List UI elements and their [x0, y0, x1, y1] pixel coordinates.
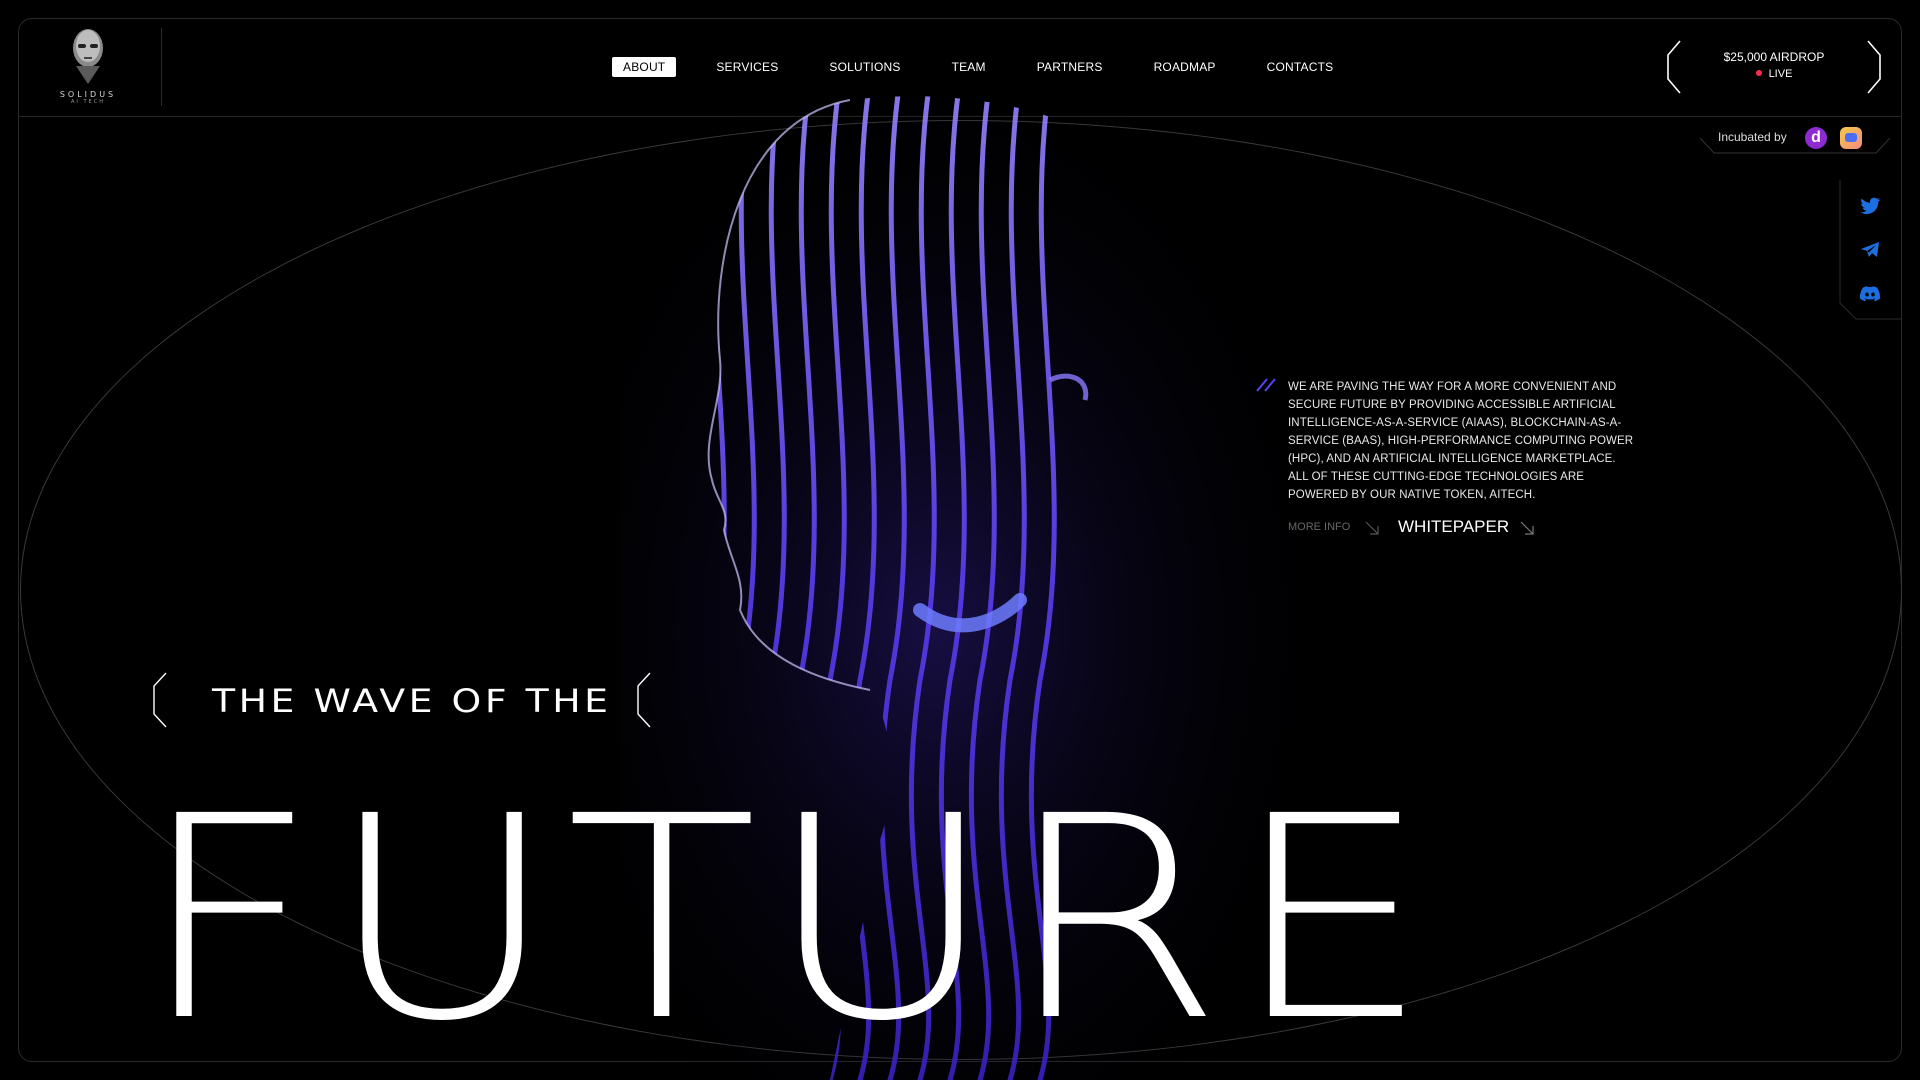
- whitepaper-link[interactable]: WHITEPAPER: [1398, 517, 1509, 537]
- nav-solutions[interactable]: SOLUTIONS: [818, 57, 911, 77]
- telegram-icon[interactable]: [1858, 238, 1882, 262]
- bot-logo-icon[interactable]: [1840, 127, 1862, 149]
- nav-roadmap[interactable]: ROADMAP: [1143, 57, 1227, 77]
- nav-contacts[interactable]: CONTACTS: [1256, 57, 1345, 77]
- nav-about[interactable]: ABOUT: [612, 57, 677, 77]
- nav-partners[interactable]: PARTNERS: [1026, 57, 1114, 77]
- brand-logo[interactable]: SOLIDUS AI TECH: [52, 26, 124, 112]
- slash-accent-icon: [1256, 378, 1276, 392]
- incubated-label: Incubated by: [1718, 130, 1787, 144]
- live-indicator-dot: [1755, 70, 1762, 76]
- right-bracket-icon: [637, 672, 651, 728]
- incubated-by: Incubated by d: [1700, 120, 1890, 154]
- nav-team[interactable]: TEAM: [941, 57, 997, 77]
- logo-divider: [161, 28, 162, 106]
- airdrop-status: LIVE: [1666, 68, 1882, 80]
- android-face-icon: [73, 29, 103, 84]
- social-links: [1838, 180, 1902, 320]
- brand-name: SOLIDUS: [59, 90, 117, 99]
- tagline: THE WAVE OF THE: [212, 682, 612, 720]
- main-nav: ABOUT SERVICES SOLUTIONS TEAM PARTNERS R…: [612, 57, 1373, 77]
- airdrop-button[interactable]: $25,000 AIRDROP LIVE: [1666, 40, 1882, 94]
- airdrop-bracket-frame: [1667, 40, 1881, 94]
- airdrop-title: $25,000 AIRDROP: [1723, 50, 1825, 64]
- arrow-down-right-icon: [1520, 521, 1534, 535]
- nav-services[interactable]: SERVICES: [705, 57, 789, 77]
- hero-description: WE ARE PAVING THE WAY FOR A MORE CONVENI…: [1288, 381, 1634, 501]
- airdrop-status-text: LIVE: [1768, 68, 1793, 80]
- discord-icon[interactable]: [1858, 282, 1882, 306]
- left-bracket-icon: [153, 672, 167, 728]
- hero-headline: FUTURE: [138, 757, 1439, 1080]
- more-info-link[interactable]: MORE INFO: [1288, 521, 1350, 533]
- tagline-block: THE WAVE OF THE: [152, 672, 654, 728]
- brand-sub: AI TECH: [71, 99, 105, 105]
- d-logo-icon[interactable]: d: [1805, 127, 1827, 149]
- arrow-down-right-icon: [1365, 521, 1379, 535]
- twitter-icon[interactable]: [1858, 194, 1882, 218]
